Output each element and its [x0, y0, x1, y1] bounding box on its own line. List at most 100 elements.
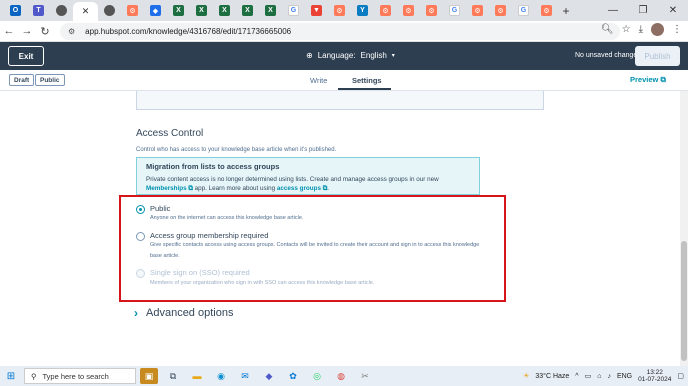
- external-link-icon: ⧉: [320, 185, 328, 192]
- taskbar-apps: ▣ ⧉ ▬ ◉ ✉ ◆ ✿ ◎ ◍ ✂: [140, 368, 374, 384]
- tab-gmail-icon[interactable]: ▼: [305, 2, 328, 19]
- access-groups-link[interactable]: access groups: [277, 185, 321, 192]
- snip-tool-icon[interactable]: ✂: [356, 368, 374, 384]
- external-link-icon: ⧉: [186, 185, 195, 192]
- search-icon: ⚲: [31, 371, 37, 381]
- volume-icon[interactable]: ♪: [607, 373, 611, 380]
- option-sso-desc: Members of your organization who sign in…: [150, 280, 375, 286]
- tab-excel-icon[interactable]: X: [259, 2, 282, 19]
- language-selector[interactable]: ⊕ Language: English ▾: [306, 51, 395, 60]
- edge-icon[interactable]: ◉: [212, 368, 230, 384]
- save-status: No unsaved changes: [575, 52, 641, 59]
- tab-write[interactable]: Write: [310, 76, 327, 85]
- reload-icon[interactable]: ↻: [36, 25, 54, 38]
- tab-hubspot-icon[interactable]: ⚙: [535, 2, 558, 19]
- globe-icon: ⊕: [306, 51, 313, 60]
- access-control-title: Access Control: [136, 128, 204, 139]
- url-field[interactable]: ⚙ app.hubspot.com/knowledge/4316768/edit…: [60, 23, 620, 40]
- whatsapp-icon[interactable]: ◎: [308, 368, 326, 384]
- copilot-icon[interactable]: ✿: [284, 368, 302, 384]
- profile-avatar[interactable]: [651, 23, 664, 36]
- tab-outlook-icon[interactable]: O: [4, 2, 27, 19]
- chevron-up-icon[interactable]: ^: [575, 373, 578, 380]
- publish-button[interactable]: Publish: [635, 46, 680, 66]
- option-public-desc: Anyone on the internet can access this k…: [150, 215, 304, 221]
- window-controls: — ❐ ✕: [598, 0, 688, 21]
- clock-date: 01-07-2024: [638, 376, 672, 383]
- chrome-icon[interactable]: ◍: [332, 368, 350, 384]
- memberships-link[interactable]: Memberships: [146, 185, 187, 192]
- tab-hubspot-icon[interactable]: ⚙: [397, 2, 420, 19]
- forward-icon[interactable]: →: [18, 25, 36, 37]
- preview-link[interactable]: Preview ⧉: [630, 75, 666, 85]
- task-view-icon[interactable]: ⧉: [164, 368, 182, 384]
- zoom-icon[interactable]: 🔍︎: [601, 24, 614, 35]
- tab-active-close-icon[interactable]: ✕: [73, 2, 98, 21]
- close-window-icon[interactable]: ✕: [658, 0, 688, 21]
- minimize-icon[interactable]: —: [598, 0, 628, 21]
- option-access-group-label[interactable]: Access group membership required: [150, 231, 268, 240]
- tab-hubspot-icon[interactable]: ⚙: [121, 2, 144, 19]
- back-icon[interactable]: ←: [0, 25, 18, 37]
- network-icon[interactable]: ⌂: [597, 373, 601, 380]
- tab-hubspot-icon[interactable]: ⚙: [374, 2, 397, 19]
- radio-access-group[interactable]: [136, 232, 145, 241]
- new-tab-icon[interactable]: +: [558, 4, 574, 18]
- language-value: English: [360, 51, 387, 60]
- weather-text[interactable]: 33°C Haze: [535, 373, 569, 380]
- tab-hubspot-icon[interactable]: ⚙: [420, 2, 443, 19]
- previous-section-box: [136, 91, 544, 110]
- tab-google-icon[interactable]: G: [282, 2, 305, 19]
- file-explorer-icon[interactable]: ▬: [188, 368, 206, 384]
- browser-tab-strip: O T ✕ ⚙ ◆ X X X X X G ▼ ⚙ Y ⚙ ⚙ ⚙ G ⚙ ⚙ …: [0, 0, 688, 21]
- tab-excel-icon[interactable]: X: [167, 2, 190, 19]
- mail-icon[interactable]: ✉: [236, 368, 254, 384]
- battery-icon[interactable]: ▭: [585, 372, 592, 380]
- tab-excel-icon[interactable]: X: [236, 2, 259, 19]
- notification-icon[interactable]: ▢: [677, 372, 684, 380]
- radio-sso: [136, 269, 145, 278]
- tab-teams-icon[interactable]: T: [27, 2, 50, 19]
- tab-excel-icon[interactable]: X: [213, 2, 236, 19]
- clock-time: 13:22: [646, 369, 663, 376]
- briefcase-icon[interactable]: ▣: [140, 368, 158, 384]
- tab-ref-icon[interactable]: ◆: [144, 2, 167, 19]
- chevron-down-icon: ▾: [391, 53, 395, 59]
- address-bar-row: ← → ↻ ⚙ app.hubspot.com/knowledge/431676…: [0, 21, 688, 42]
- tab-hubspot-icon[interactable]: ⚙: [466, 2, 489, 19]
- tab-excel-icon[interactable]: X: [190, 2, 213, 19]
- info-title: Migration from lists to access groups: [146, 162, 280, 171]
- advanced-options-toggle[interactable]: › Advanced options: [134, 306, 233, 320]
- taskbar-search[interactable]: ⚲ Type here to search: [24, 368, 136, 384]
- option-public-label[interactable]: Public: [150, 204, 170, 213]
- maximize-icon[interactable]: ❐: [628, 0, 658, 21]
- tab-hubspot-icon[interactable]: ⚙: [328, 2, 351, 19]
- draft-badge: Draft: [9, 74, 35, 86]
- tab-settings[interactable]: Settings: [352, 76, 382, 85]
- teams-icon[interactable]: ◆: [260, 368, 278, 384]
- scrollbar-thumb[interactable]: [681, 241, 687, 361]
- menu-kebab-icon[interactable]: ⋮: [672, 24, 682, 35]
- active-tab-indicator: [338, 88, 391, 90]
- taskbar-search-placeholder: Type here to search: [42, 371, 109, 381]
- radio-public[interactable]: [136, 205, 145, 214]
- tab-google-icon[interactable]: G: [512, 2, 535, 19]
- exit-button[interactable]: Exit: [8, 46, 44, 66]
- tab-filter-icon[interactable]: Y: [351, 2, 374, 19]
- page-scrollbar[interactable]: [680, 91, 688, 366]
- option-access-group-desc: Give specific contacts access using acce…: [150, 242, 480, 259]
- language-indicator[interactable]: ENG: [617, 373, 632, 380]
- public-badge: Public: [35, 74, 65, 86]
- tab-hubspot-icon[interactable]: ⚙: [489, 2, 512, 19]
- url-text[interactable]: app.hubspot.com/knowledge/4316768/edit/1…: [85, 27, 291, 36]
- download-icon[interactable]: ⤓: [639, 24, 643, 35]
- bookmark-star-icon[interactable]: ☆: [622, 24, 631, 35]
- windows-start-icon[interactable]: ⊞: [0, 371, 22, 382]
- tab-google-icon[interactable]: G: [443, 2, 466, 19]
- tab-chat-icon[interactable]: [50, 2, 73, 19]
- site-info-icon[interactable]: ⚙: [68, 27, 75, 36]
- tab-chat2-icon[interactable]: [98, 2, 121, 19]
- clock[interactable]: 13:22 01-07-2024: [638, 369, 671, 383]
- editor-subheader: Draft Public Write Settings Preview ⧉: [0, 70, 688, 91]
- browser-actions: 🔍︎ ☆ ⤓ ⋮: [601, 23, 682, 36]
